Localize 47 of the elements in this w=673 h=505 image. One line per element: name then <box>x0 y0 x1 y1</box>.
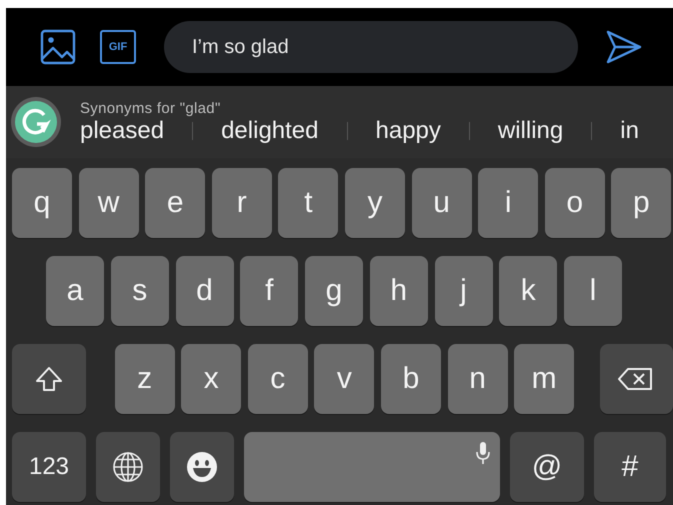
letter-key[interactable]: f <box>240 256 298 326</box>
globe-key[interactable] <box>96 432 160 502</box>
letter-key[interactable]: s <box>110 256 169 326</box>
symbol-key[interactable]: # <box>594 432 666 502</box>
letter-key[interactable]: x <box>181 344 242 414</box>
letter-key[interactable]: b <box>380 344 441 414</box>
image-icon[interactable] <box>40 29 76 65</box>
letter-key[interactable]: n <box>448 344 508 414</box>
letter-key[interactable]: h <box>370 256 428 326</box>
numbers-key[interactable]: 123 <box>12 432 86 502</box>
letter-key[interactable]: c <box>248 344 308 414</box>
synonym-suggestion[interactable]: happy <box>376 116 441 144</box>
backspace-key[interactable] <box>600 344 673 414</box>
letter-key[interactable]: t <box>278 168 338 238</box>
letter-key[interactable]: j <box>434 256 492 326</box>
message-field[interactable]: I’m so glad <box>164 21 578 73</box>
letter-key[interactable]: u <box>412 168 472 238</box>
letter-key[interactable]: d <box>176 256 234 326</box>
letter-key[interactable]: r <box>212 168 272 238</box>
letter-key[interactable]: k <box>499 256 558 326</box>
letter-key[interactable]: p <box>611 168 672 238</box>
globe-icon <box>111 450 145 484</box>
letter-key[interactable]: z <box>114 344 175 414</box>
emoji-key[interactable] <box>170 432 234 502</box>
shift-key[interactable] <box>12 344 86 414</box>
synonym-suggestion[interactable]: delighted <box>221 116 318 144</box>
letter-key[interactable]: e <box>145 168 206 238</box>
letter-key[interactable]: m <box>514 344 574 414</box>
microphone-icon <box>476 442 490 464</box>
emoji-icon <box>185 450 219 484</box>
letter-key[interactable]: g <box>305 256 363 326</box>
symbol-key[interactable]: @ <box>510 432 584 502</box>
synonym-suggestion[interactable]: in <box>620 116 639 144</box>
synonym-suggestion[interactable]: pleased <box>80 116 164 144</box>
letter-key[interactable]: l <box>564 256 622 326</box>
letter-key[interactable]: v <box>314 344 374 414</box>
letter-key[interactable]: o <box>544 168 605 238</box>
suggestions-heading: Synonyms for "glad" <box>80 100 222 116</box>
letter-key[interactable]: i <box>478 168 538 238</box>
letter-key[interactable]: y <box>344 168 405 238</box>
letter-key[interactable]: q <box>12 168 72 238</box>
letter-key[interactable]: a <box>46 256 104 326</box>
logo-icon[interactable] <box>10 96 62 148</box>
letter-key[interactable]: w <box>78 168 139 238</box>
send-icon[interactable] <box>606 30 642 64</box>
gif-button[interactable]: GIF <box>100 30 136 64</box>
synonym-suggestion[interactable]: willing <box>498 116 564 144</box>
